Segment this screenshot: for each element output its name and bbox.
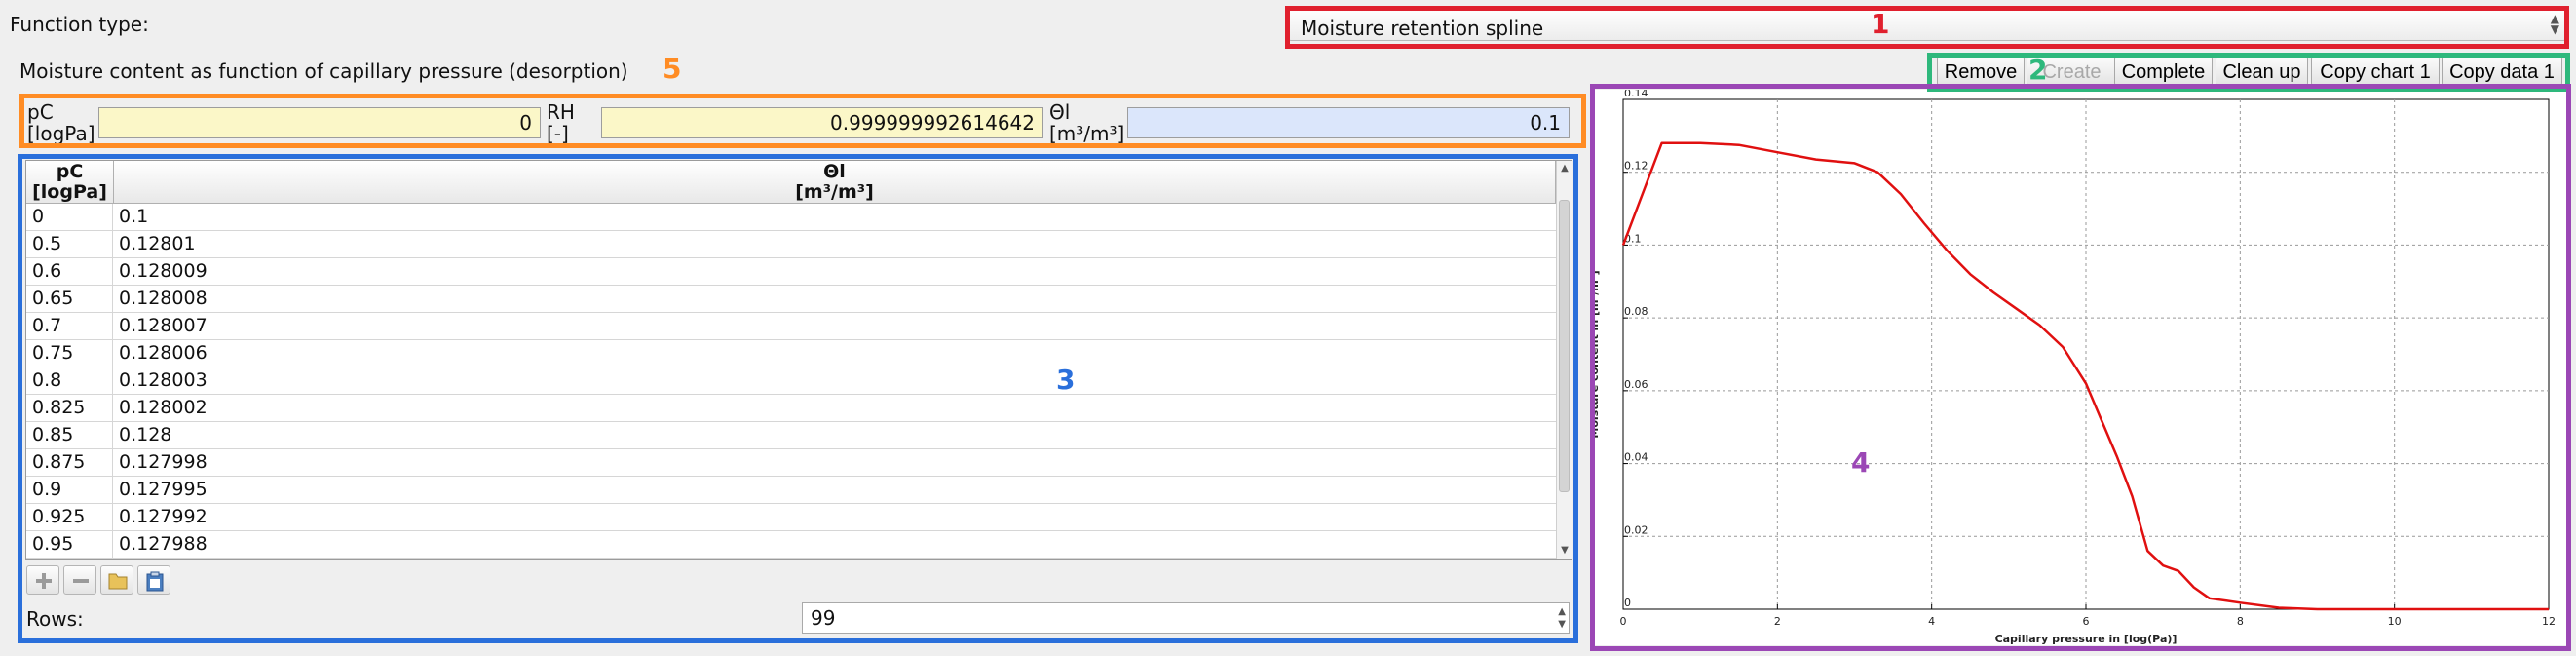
section-title: Moisture content as function of capillar… — [19, 59, 628, 83]
annotation-box-1 — [1285, 6, 2569, 49]
annotation-box-5 — [19, 94, 1586, 148]
annotation-box-4 — [1590, 84, 2571, 651]
annotation-number-3: 3 — [1056, 364, 1076, 396]
annotation-number-5: 5 — [663, 53, 682, 85]
annotation-number-4: 4 — [1851, 446, 1871, 479]
annotation-number-2: 2 — [2028, 54, 2048, 86]
function-type-label: Function type: — [10, 13, 149, 36]
annotation-number-1: 1 — [1871, 8, 1890, 40]
annotation-box-3 — [18, 154, 1578, 643]
